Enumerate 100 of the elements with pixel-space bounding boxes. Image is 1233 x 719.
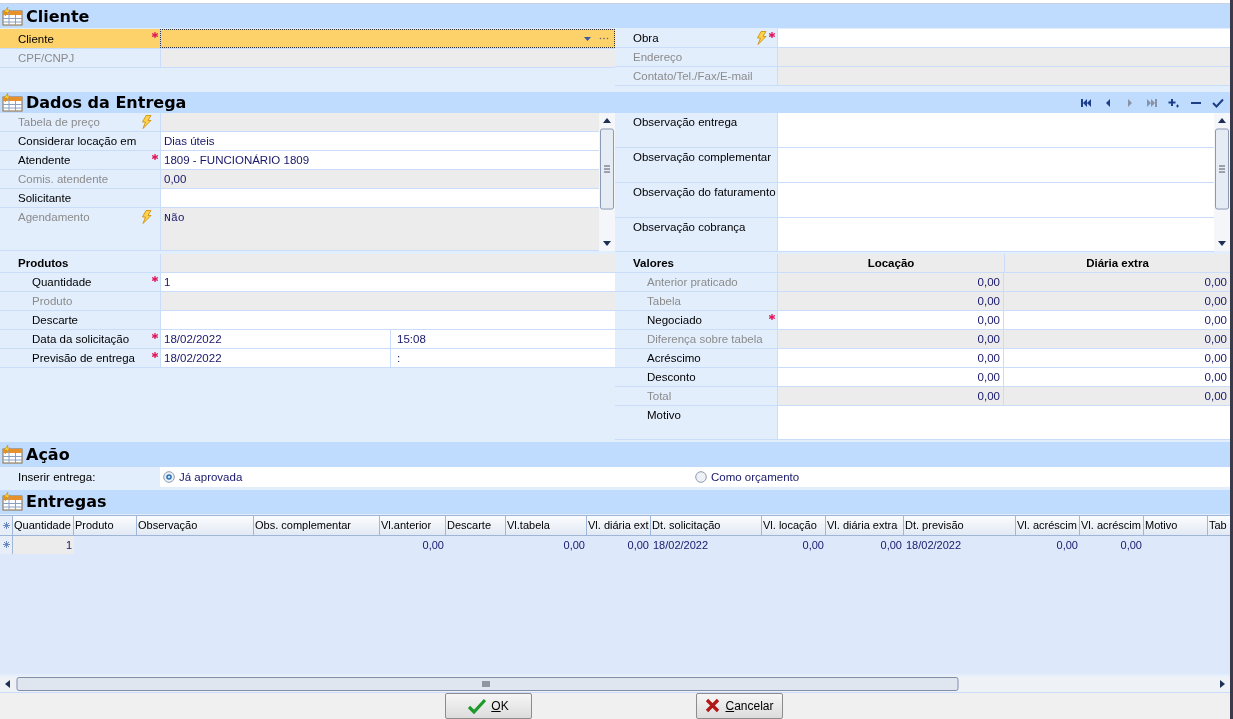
section-title: Dados da Entrega bbox=[26, 93, 187, 113]
scrollbar[interactable] bbox=[1214, 113, 1230, 252]
field-label: Solicitante bbox=[18, 192, 72, 205]
radio-option[interactable]: Como orçamento bbox=[692, 466, 1230, 487]
field-label: Desconto bbox=[647, 371, 696, 384]
add-icon[interactable] bbox=[1168, 97, 1180, 108]
section-title: Ação bbox=[26, 445, 70, 464]
time-field[interactable]: : bbox=[390, 349, 615, 368]
table-cell-text: 18/02/2022 bbox=[652, 538, 710, 553]
section-title: Cliente bbox=[26, 6, 90, 26]
number-field[interactable]: 0,00 bbox=[1003, 311, 1230, 330]
column-header[interactable]: Vl.anterior bbox=[380, 516, 446, 535]
field-label: Diferença sobre tabela bbox=[647, 333, 763, 346]
column-header[interactable]: Vl.tabela bbox=[506, 516, 587, 535]
field-label: Contato/Tel./Fax/E-mail bbox=[633, 70, 753, 83]
text-field[interactable] bbox=[160, 311, 615, 330]
number-field[interactable]: 0,00 bbox=[777, 311, 1003, 330]
text-area[interactable] bbox=[777, 113, 1214, 148]
caret-icon[interactable] bbox=[584, 36, 591, 41]
section-title: Entregas bbox=[26, 492, 107, 512]
date-field[interactable]: 18/02/2022 bbox=[160, 330, 390, 349]
group-label: Valores bbox=[633, 257, 674, 270]
column-header[interactable]: Descarte bbox=[446, 516, 506, 535]
table-cell-text: 0,00 bbox=[562, 538, 586, 553]
text-area[interactable] bbox=[777, 182, 1214, 217]
field-label: Motivo bbox=[647, 409, 681, 422]
column-header[interactable]: Vl. acréscim bbox=[1080, 516, 1144, 535]
field-label: Quantidade bbox=[32, 276, 92, 289]
radio-icon[interactable] bbox=[163, 470, 175, 483]
field-label: Produto bbox=[32, 295, 73, 308]
table-icon bbox=[2, 93, 23, 113]
field-label: Negociado bbox=[647, 314, 702, 327]
column-header[interactable]: Vl. acréscim bbox=[1016, 516, 1080, 535]
field-label: Tabela bbox=[647, 295, 681, 308]
asterisk-icon bbox=[2, 541, 10, 549]
text-area[interactable] bbox=[777, 217, 1214, 252]
column-header[interactable]: Obs. complementar bbox=[254, 516, 380, 535]
number-field[interactable]: 0,00 bbox=[777, 368, 1003, 387]
more-icon[interactable] bbox=[599, 37, 609, 41]
text-field[interactable]: 1809 - FUNCIONÁRIO 1809 bbox=[160, 151, 599, 170]
field-label: Descarte bbox=[32, 314, 79, 327]
field-label: Anterior praticado bbox=[647, 276, 738, 289]
column-header[interactable]: Quantidade bbox=[13, 516, 74, 535]
field-label: Observação do faturamento bbox=[633, 185, 776, 198]
table-icon bbox=[2, 6, 23, 26]
field-label: Observação entrega bbox=[633, 116, 738, 129]
check-icon[interactable] bbox=[1212, 97, 1224, 108]
radio-option[interactable]: Já aprovada bbox=[160, 466, 692, 487]
table-icon bbox=[2, 445, 23, 464]
column-header[interactable]: Vl. diária extra bbox=[826, 516, 904, 535]
field-label: Tabela de preço bbox=[18, 116, 100, 129]
text-area[interactable] bbox=[777, 406, 1230, 440]
column-header: Diária extra bbox=[1004, 254, 1230, 273]
horizontal-scrollbar[interactable] bbox=[0, 676, 1230, 692]
table-cell-text: 0,00 bbox=[421, 538, 445, 553]
field-label: Considerar locação em bbox=[18, 135, 137, 148]
text-field[interactable] bbox=[160, 189, 599, 208]
column-header[interactable]: Observação bbox=[137, 516, 254, 535]
first-record-icon[interactable] bbox=[1080, 97, 1092, 108]
radio-icon[interactable] bbox=[695, 470, 707, 483]
field-label: Cliente bbox=[18, 32, 54, 45]
cross-icon bbox=[705, 698, 721, 714]
table-icon bbox=[2, 492, 23, 512]
time-field[interactable]: 15:08 bbox=[390, 330, 615, 349]
field-label: Comis. atendente bbox=[18, 173, 109, 186]
column-header[interactable]: Vl. diária ext bbox=[587, 516, 651, 535]
table-cell-text: 0,00 bbox=[879, 538, 903, 553]
field-label: Observação cobrança bbox=[633, 220, 746, 233]
column-header[interactable]: Vl. locação bbox=[762, 516, 826, 535]
field-label: CPF/CNPJ bbox=[18, 52, 75, 65]
column-header[interactable]: Dt. previsão bbox=[904, 516, 1016, 535]
group-label: Produtos bbox=[18, 257, 69, 270]
lightning-icon[interactable] bbox=[756, 31, 767, 46]
scrollbar[interactable] bbox=[599, 113, 615, 252]
text-field[interactable] bbox=[777, 29, 1230, 48]
number-field[interactable]: 0,00 bbox=[777, 349, 1003, 368]
table-cell-text: 0,00 bbox=[1055, 538, 1079, 553]
ok-button[interactable]: OK bbox=[445, 693, 532, 719]
text-field[interactable]: Dias úteis bbox=[160, 132, 599, 151]
field-label: Observação complementar bbox=[633, 151, 772, 164]
number-field[interactable]: 0,00 bbox=[1003, 349, 1230, 368]
column-header[interactable]: Motivo bbox=[1144, 516, 1208, 535]
field-label: Previsão de entrega bbox=[32, 352, 135, 365]
lookup-field[interactable] bbox=[160, 29, 615, 49]
table-cell-text: 0,00 bbox=[626, 538, 650, 553]
field-label: Inserir entrega: bbox=[0, 466, 160, 487]
column-header[interactable]: Dt. solicitação bbox=[651, 516, 762, 535]
column-header[interactable]: Tab bbox=[1208, 516, 1230, 535]
column-header[interactable]: Produto bbox=[74, 516, 137, 535]
date-field[interactable]: 18/02/2022 bbox=[160, 349, 390, 368]
field-label: Acréscimo bbox=[647, 352, 701, 365]
field-label: Total bbox=[647, 390, 672, 403]
cancel-button[interactable]: Cancelar bbox=[696, 693, 783, 719]
field-label: Obra bbox=[633, 32, 659, 45]
column-header: Locação bbox=[777, 254, 1004, 273]
number-field[interactable]: 0,00 bbox=[1003, 368, 1230, 387]
check-icon bbox=[468, 698, 487, 714]
text-field[interactable]: 1 bbox=[160, 273, 615, 292]
table-cell-text: 0,00 bbox=[801, 538, 825, 553]
field-label: Endereço bbox=[633, 51, 683, 64]
